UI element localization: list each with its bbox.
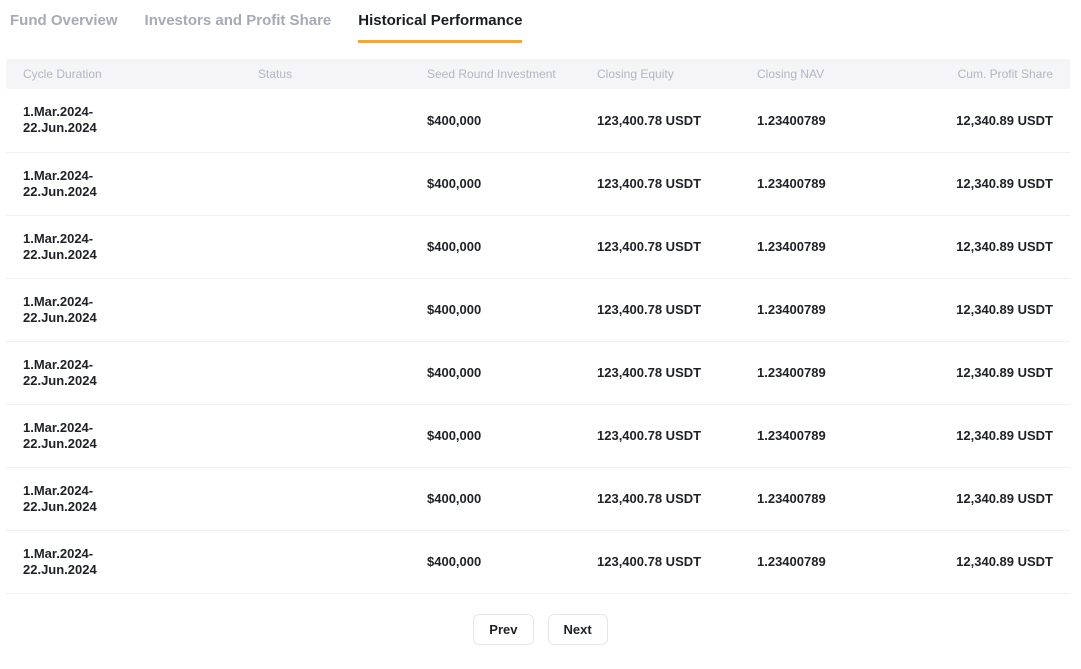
cell-closing-nav: 1.23400789 xyxy=(757,404,917,467)
cell-status xyxy=(258,278,427,341)
cell-closing-nav: 1.23400789 xyxy=(757,215,917,278)
cell-status xyxy=(258,89,427,152)
tab-fund-overview[interactable]: Fund Overview xyxy=(10,12,118,43)
historical-performance-table-container: Cycle Duration Status Seed Round Investm… xyxy=(6,59,1070,594)
cell-closing-equity: 123,400.78 USDT xyxy=(597,467,757,530)
cell-cycle-duration: 1.Mar.2024- 22.Jun.2024 xyxy=(6,341,258,404)
cell-seed-round-investment: $400,000 xyxy=(427,152,597,215)
cell-status xyxy=(258,404,427,467)
next-button[interactable]: Next xyxy=(548,614,608,645)
table-row: 1.Mar.2024- 22.Jun.2024 $400,000123,400.7… xyxy=(6,341,1070,404)
cell-seed-round-investment: $400,000 xyxy=(427,530,597,593)
column-header-cycle-duration: Cycle Duration xyxy=(6,59,258,89)
tab-bar: Fund Overview Investors and Profit Share… xyxy=(0,0,1081,43)
cell-seed-round-investment: $400,000 xyxy=(427,89,597,152)
cell-cycle-duration: 1.Mar.2024- 22.Jun.2024 xyxy=(6,404,258,467)
column-header-status: Status xyxy=(258,59,427,89)
table-row: 1.Mar.2024- 22.Jun.2024 $400,000123,400.7… xyxy=(6,530,1070,593)
cell-seed-round-investment: $400,000 xyxy=(427,278,597,341)
cell-cum-profit-share: 12,340.89 USDT xyxy=(917,278,1070,341)
table-row: 1.Mar.2024- 22.Jun.2024 $400,000123,400.7… xyxy=(6,404,1070,467)
table-row: 1.Mar.2024- 22.Jun.2024 $400,000123,400.7… xyxy=(6,152,1070,215)
cell-closing-nav: 1.23400789 xyxy=(757,89,917,152)
cell-cycle-duration: 1.Mar.2024- 22.Jun.2024 xyxy=(6,467,258,530)
table-body: 1.Mar.2024- 22.Jun.2024$400,000123,400.7… xyxy=(6,89,1070,593)
cell-closing-equity: 123,400.78 USDT xyxy=(597,278,757,341)
cell-cum-profit-share: 12,340.89 USDT xyxy=(917,404,1070,467)
table-row: 1.Mar.2024- 22.Jun.2024 $400,000123,400.7… xyxy=(6,467,1070,530)
cell-closing-nav: 1.23400789 xyxy=(757,530,917,593)
column-header-closing-nav: Closing NAV xyxy=(757,59,917,89)
table-row: 1.Mar.2024- 22.Jun.2024 $400,000123,400.7… xyxy=(6,278,1070,341)
cell-cum-profit-share: 12,340.89 USDT xyxy=(917,467,1070,530)
cell-closing-nav: 1.23400789 xyxy=(757,467,917,530)
cell-closing-equity: 123,400.78 USDT xyxy=(597,341,757,404)
historical-performance-table: Cycle Duration Status Seed Round Investm… xyxy=(6,59,1070,594)
cell-cycle-duration: 1.Mar.2024- 22.Jun.2024 xyxy=(6,278,258,341)
cell-status xyxy=(258,467,427,530)
cell-closing-nav: 1.23400789 xyxy=(757,278,917,341)
cell-status xyxy=(258,530,427,593)
cell-seed-round-investment: $400,000 xyxy=(427,341,597,404)
cell-closing-nav: 1.23400789 xyxy=(757,152,917,215)
cell-seed-round-investment: $400,000 xyxy=(427,467,597,530)
pagination: Prev Next xyxy=(0,614,1081,645)
cell-cum-profit-share: 12,340.89 USDT xyxy=(917,152,1070,215)
cell-cum-profit-share: 12,340.89 USDT xyxy=(917,89,1070,152)
tab-investors-and-profit-share[interactable]: Investors and Profit Share xyxy=(145,12,332,43)
cell-closing-equity: 123,400.78 USDT xyxy=(597,404,757,467)
cell-closing-equity: 123,400.78 USDT xyxy=(597,89,757,152)
cell-cum-profit-share: 12,340.89 USDT xyxy=(917,215,1070,278)
table-row: 1.Mar.2024- 22.Jun.2024 $400,000123,400.7… xyxy=(6,89,1070,152)
cell-closing-equity: 123,400.78 USDT xyxy=(597,215,757,278)
cell-status xyxy=(258,152,427,215)
cell-seed-round-investment: $400,000 xyxy=(427,404,597,467)
column-header-cum-profit-share: Cum. Profit Share xyxy=(917,59,1070,89)
tab-historical-performance[interactable]: Historical Performance xyxy=(358,12,522,43)
cell-cycle-duration: 1.Mar.2024- 22.Jun.2024 xyxy=(6,152,258,215)
cell-cycle-duration: 1.Mar.2024- 22.Jun.2024 xyxy=(6,530,258,593)
cell-closing-equity: 123,400.78 USDT xyxy=(597,152,757,215)
cell-closing-equity: 123,400.78 USDT xyxy=(597,530,757,593)
cell-cum-profit-share: 12,340.89 USDT xyxy=(917,530,1070,593)
cell-cycle-duration: 1.Mar.2024- 22.Jun.2024 xyxy=(6,89,258,152)
cell-cycle-duration: 1.Mar.2024- 22.Jun.2024 xyxy=(6,215,258,278)
column-header-closing-equity: Closing Equity xyxy=(597,59,757,89)
cell-seed-round-investment: $400,000 xyxy=(427,215,597,278)
table-header-row: Cycle Duration Status Seed Round Investm… xyxy=(6,59,1070,89)
table-row: 1.Mar.2024- 22.Jun.2024 $400,000123,400.7… xyxy=(6,215,1070,278)
column-header-seed-round-investment: Seed Round Investment xyxy=(427,59,597,89)
cell-status xyxy=(258,341,427,404)
prev-button[interactable]: Prev xyxy=(473,614,533,645)
cell-cum-profit-share: 12,340.89 USDT xyxy=(917,341,1070,404)
cell-status xyxy=(258,215,427,278)
cell-closing-nav: 1.23400789 xyxy=(757,341,917,404)
